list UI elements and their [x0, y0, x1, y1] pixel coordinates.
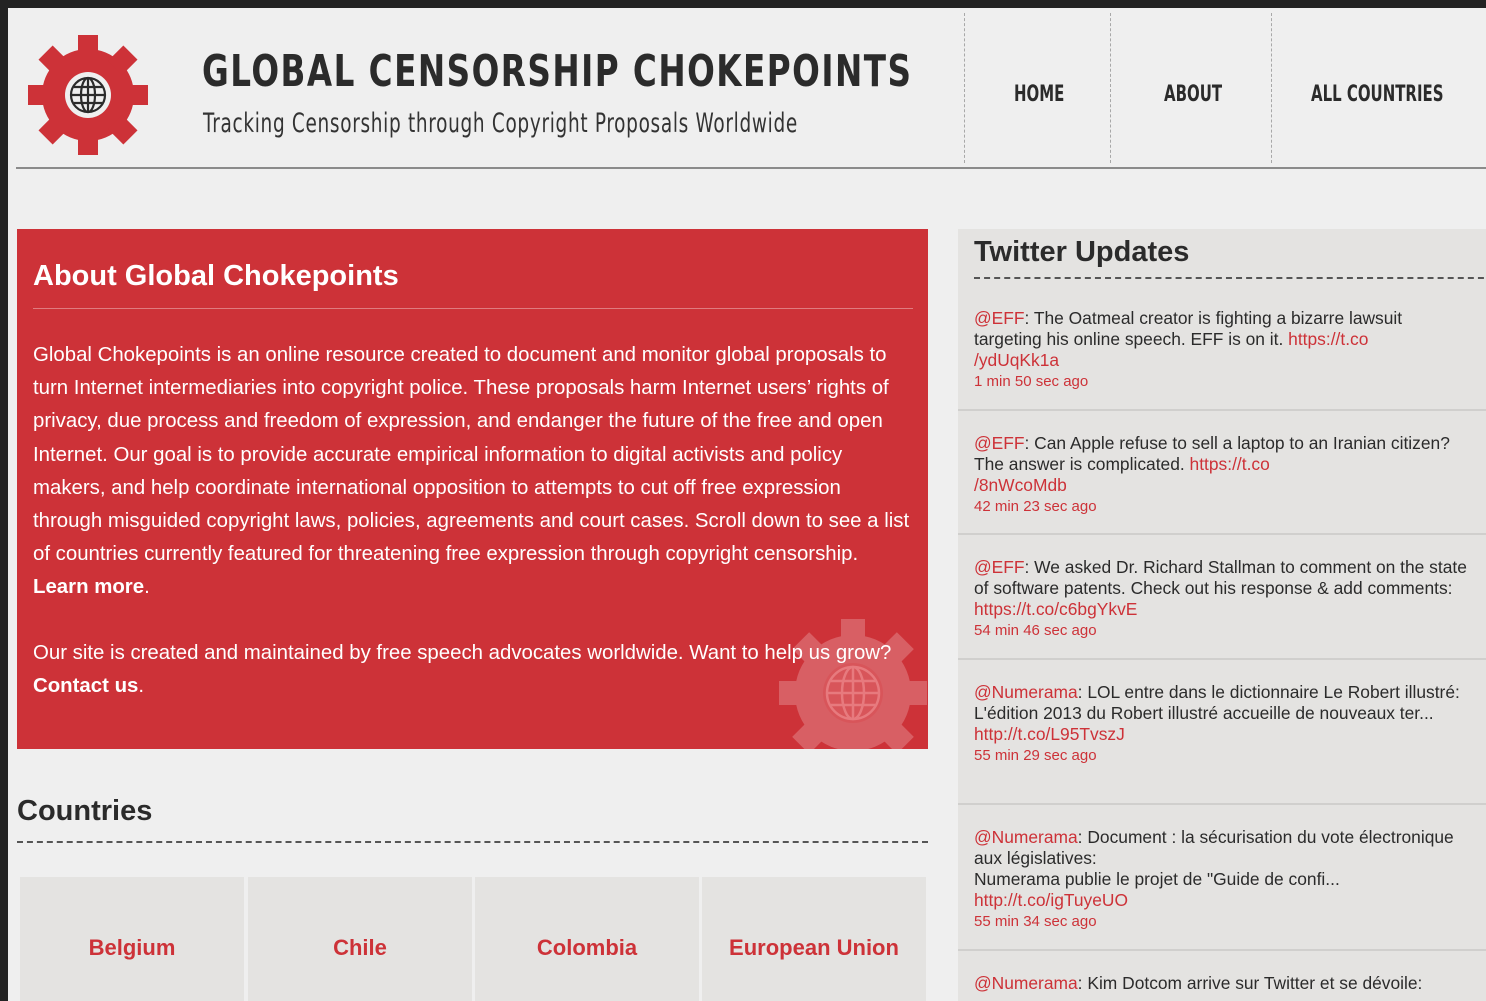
nav-about-link[interactable]: ABOUT [1164, 80, 1222, 110]
tweet-timestamp[interactable]: 42 min 23 sec ago [974, 497, 1472, 517]
tweet-url-link[interactable]: http://t.co/L95TvszJ [974, 724, 1125, 744]
twitter-title: Twitter Updates [974, 236, 1190, 268]
contact-us-link[interactable]: Contact us [33, 675, 138, 697]
nav-divider [1110, 13, 1111, 163]
tweet-item: @EFF: Can Apple refuse to sell a laptop … [958, 411, 1486, 535]
gear-globe-logo-icon[interactable] [28, 35, 148, 155]
tweet-user-link[interactable]: @Numerama [974, 682, 1078, 702]
about-panel: About Global Chokepoints Global Chokepoi… [17, 229, 928, 749]
countries-title: Countries [17, 795, 153, 827]
tweet-user-link[interactable]: @Numerama [974, 973, 1078, 993]
about-body-text: Global Chokepoints is an online resource… [33, 344, 910, 566]
tweet-text: @EFF: Can Apple refuse to sell a laptop … [974, 433, 1450, 495]
about-body-2-text: Our site is created and maintained by fr… [33, 642, 892, 664]
tweet-timestamp[interactable]: 55 min 29 sec ago [974, 746, 1472, 766]
tweet-item: @EFF: We asked Dr. Richard Stallman to c… [958, 535, 1486, 660]
country-name[interactable]: European Union [702, 935, 926, 961]
tweet-timestamp[interactable]: 54 min 46 sec ago [974, 621, 1472, 641]
tweet-timestamp[interactable]: 55 min 34 sec ago [974, 912, 1472, 932]
nav-divider [964, 13, 965, 163]
site-tagline: Tracking Censorship through Copyright Pr… [203, 108, 798, 139]
tweet-text: @EFF: We asked Dr. Richard Stallman to c… [974, 557, 1467, 619]
twitter-divider [974, 277, 1486, 279]
country-name[interactable]: Colombia [475, 935, 699, 961]
country-card-european-union[interactable]: European Union [702, 877, 926, 1001]
country-name[interactable]: Belgium [20, 935, 244, 961]
tweet-user-link[interactable]: @EFF [974, 433, 1025, 453]
tweet-text: @Numerama: LOL entre dans le dictionnair… [974, 682, 1460, 744]
about-divider [33, 308, 913, 309]
country-name[interactable]: Chile [248, 935, 472, 961]
country-card-chile[interactable]: Chile [248, 877, 472, 1001]
nav-all-countries-link[interactable]: ALL COUNTRIES [1311, 80, 1444, 110]
tweet-item: @Numerama: Document : la sécurisation du… [958, 805, 1486, 951]
tweet-item: @Numerama: Kim Dotcom arrive sur Twitter… [958, 951, 1486, 1001]
tweet-url-link[interactable]: https://t.co/c6bgYkvE [974, 599, 1137, 619]
tweet-timestamp[interactable]: 1 min 50 sec ago [974, 372, 1472, 392]
site-header: GLOBAL CENSORSHIP CHOKEPOINTS Tracking C… [16, 8, 1486, 169]
about-title: About Global Chokepoints [33, 260, 399, 292]
page: GLOBAL CENSORSHIP CHOKEPOINTS Tracking C… [8, 8, 1486, 1001]
tweet-url-link[interactable]: http://t.co/igTuyeUO [974, 890, 1128, 910]
tweet-user-link[interactable]: @EFF [974, 308, 1025, 328]
tweet-item: @EFF: The Oatmeal creator is fighting a … [958, 308, 1486, 411]
nav-divider [1271, 13, 1272, 163]
site-title[interactable]: GLOBAL CENSORSHIP CHOKEPOINTS [202, 40, 912, 104]
tweet-user-link[interactable]: @Numerama [974, 827, 1078, 847]
tweet-body: Kim Dotcom arrive sur Twitter et se dévo… [1082, 973, 1423, 993]
tweet-item: @Numerama: LOL entre dans le dictionnair… [958, 660, 1486, 805]
nav-home-link[interactable]: HOME [1014, 80, 1064, 110]
tweet-text: @EFF: The Oatmeal creator is fighting a … [974, 308, 1403, 370]
tweet-text: @Numerama: Document : la sécurisation du… [974, 827, 1454, 910]
tweet-user-link[interactable]: @EFF [974, 557, 1025, 577]
tweet-text: @Numerama: Kim Dotcom arrive sur Twitter… [974, 973, 1423, 993]
country-card-colombia[interactable]: Colombia [475, 877, 699, 1001]
tweet-body: We asked Dr. Richard Stallman to comment… [974, 557, 1467, 598]
learn-more-link[interactable]: Learn more [33, 576, 144, 598]
about-body-2: Our site is created and maintained by fr… [33, 642, 892, 698]
countries-divider [17, 841, 928, 843]
country-card-belgium[interactable]: Belgium [20, 877, 244, 1001]
twitter-panel: Twitter Updates @EFF: The Oatmeal creato… [958, 229, 1486, 1001]
about-body: Global Chokepoints is an online resource… [33, 344, 910, 599]
